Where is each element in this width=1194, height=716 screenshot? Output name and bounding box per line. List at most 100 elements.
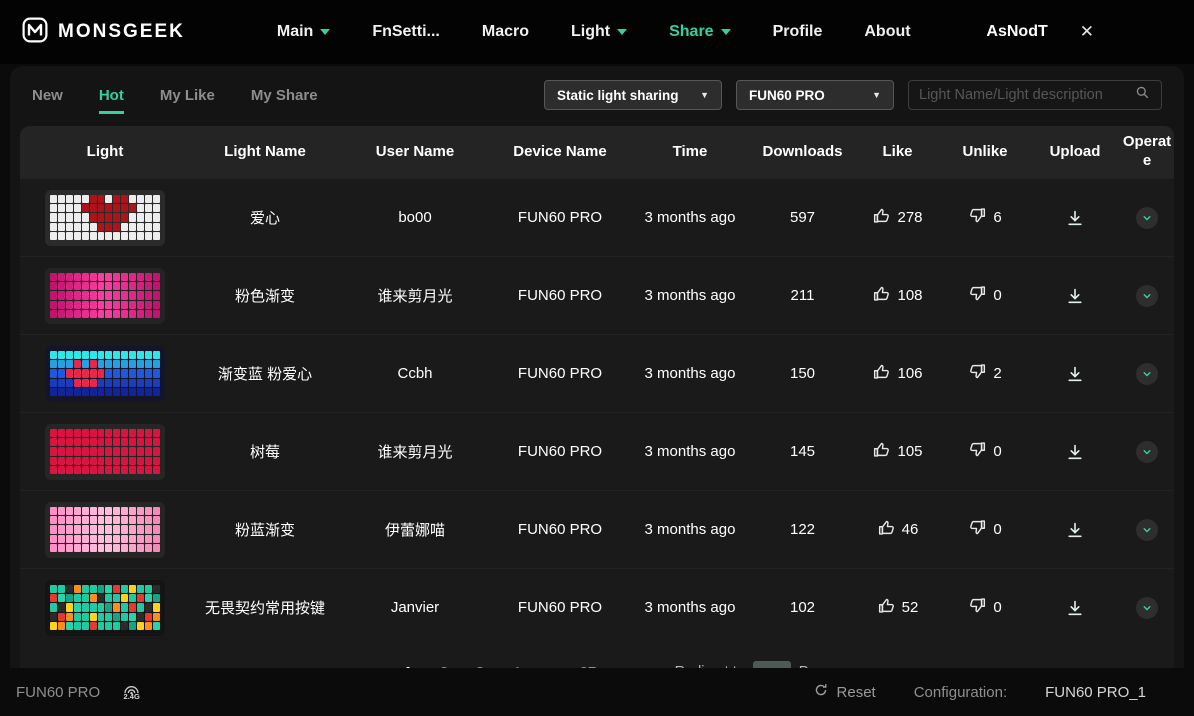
keycap: [81, 506, 89, 515]
tab-hot[interactable]: Hot: [98, 87, 124, 114]
download-button[interactable]: [1065, 442, 1085, 462]
thumbs-down-icon: [968, 440, 987, 463]
light-thumbnail[interactable]: [45, 501, 165, 558]
light-thumbnail[interactable]: [45, 345, 165, 402]
keycap: [105, 291, 113, 300]
keycap: [137, 428, 145, 437]
nav-item-about[interactable]: About: [864, 23, 910, 41]
like-button[interactable]: 108: [855, 284, 940, 307]
download-button[interactable]: [1065, 208, 1085, 228]
nav-item-macro[interactable]: Macro: [482, 23, 529, 41]
expand-button[interactable]: [1136, 284, 1158, 307]
unlike-button[interactable]: 0: [940, 596, 1030, 619]
keycap: [105, 456, 113, 466]
unlike-button[interactable]: 0: [940, 284, 1030, 307]
keycap: [105, 232, 113, 241]
search-input[interactable]: [919, 87, 1134, 103]
light-thumbnail[interactable]: [45, 423, 165, 480]
download-button[interactable]: [1065, 286, 1085, 306]
download-button[interactable]: [1065, 520, 1085, 540]
nav-item-fnsetti[interactable]: FnSetti...: [372, 23, 440, 41]
light-thumbnail[interactable]: [45, 579, 165, 636]
keycap: [89, 291, 97, 300]
keycap: [97, 369, 105, 378]
keycap: [65, 466, 73, 475]
tab-new[interactable]: New: [32, 87, 63, 114]
keycap: [50, 310, 57, 319]
keycap: [105, 378, 113, 388]
keycap: [97, 584, 105, 593]
keycap: [113, 359, 121, 369]
search-icon[interactable]: [1134, 84, 1151, 106]
tab-my-share[interactable]: My Share: [251, 87, 318, 114]
unlike-count: 0: [993, 287, 1002, 304]
keycap: [153, 593, 160, 603]
configuration-value[interactable]: FUN60 PRO_1: [1045, 684, 1146, 701]
like-button[interactable]: 278: [855, 206, 940, 229]
keycap: [113, 525, 121, 534]
nav-item-profile[interactable]: Profile: [773, 23, 823, 41]
download-button[interactable]: [1065, 364, 1085, 384]
keycap: [89, 544, 97, 553]
like-button[interactable]: 106: [855, 362, 940, 385]
keycap: [129, 515, 137, 525]
tab-my-like[interactable]: My Like: [160, 87, 215, 114]
keycap: [145, 603, 153, 612]
username[interactable]: AsNodT: [986, 23, 1047, 41]
light-thumbnail-cell: [20, 423, 190, 480]
device-dropdown[interactable]: FUN60 PRO ▼: [736, 80, 894, 110]
keycap: [113, 291, 121, 300]
table-row: 渐变蓝 粉爱心 Ccbh FUN60 PRO 3 months ago 150 106 2: [20, 334, 1174, 412]
keycap: [113, 310, 121, 319]
keycap: [153, 378, 160, 388]
keycap: [137, 525, 145, 534]
expand-button[interactable]: [1136, 596, 1158, 619]
expand-button[interactable]: [1136, 206, 1158, 229]
like-button[interactable]: 46: [855, 518, 940, 541]
like-button[interactable]: 52: [855, 596, 940, 619]
light-thumbnail[interactable]: [45, 189, 165, 246]
keycap: [65, 359, 73, 369]
keycap: [137, 612, 145, 622]
close-icon[interactable]: ✕: [1080, 22, 1094, 42]
like-button[interactable]: 105: [855, 440, 940, 463]
top-navigation-bar: MONSGEEK Main FnSetti... Macro Light Share Pr…: [0, 0, 1194, 64]
keycap: [57, 359, 65, 369]
unlike-button[interactable]: 0: [940, 440, 1030, 463]
expand-button[interactable]: [1136, 440, 1158, 463]
keycap: [121, 194, 129, 203]
keycap: [113, 428, 121, 437]
reset-button[interactable]: Reset: [813, 682, 876, 702]
keycap: [97, 203, 105, 213]
download-button[interactable]: [1065, 598, 1085, 618]
keycap: [50, 466, 57, 475]
nav-item-main[interactable]: Main: [277, 23, 331, 41]
expand-button[interactable]: [1136, 362, 1158, 385]
unlike-count: 0: [993, 443, 1002, 460]
keycap: [129, 447, 137, 456]
keycap: [137, 388, 145, 397]
user-name: 谁来剪月光: [377, 288, 453, 305]
keycap: [105, 222, 113, 232]
keycap: [129, 291, 137, 300]
unlike-button[interactable]: 6: [940, 206, 1030, 229]
keycap: [105, 272, 113, 281]
like-count: 52: [901, 599, 919, 616]
user-name: Janvier: [390, 599, 440, 616]
share-type-dropdown[interactable]: Static light sharing ▼: [544, 80, 722, 110]
nav-item-light[interactable]: Light: [571, 23, 628, 41]
keycap: [153, 300, 160, 310]
keycap: [153, 456, 160, 466]
keycap: [50, 612, 57, 622]
keycap: [50, 272, 57, 281]
keycap: [81, 272, 89, 281]
keycap: [153, 222, 160, 232]
unlike-button[interactable]: 0: [940, 518, 1030, 541]
light-thumbnail[interactable]: [45, 267, 165, 324]
unlike-count: 0: [993, 599, 1002, 616]
keycap: [81, 515, 89, 525]
nav-item-share[interactable]: Share: [669, 23, 731, 41]
unlike-button[interactable]: 2: [940, 362, 1030, 385]
expand-button[interactable]: [1136, 518, 1158, 541]
keycap: [137, 584, 145, 593]
